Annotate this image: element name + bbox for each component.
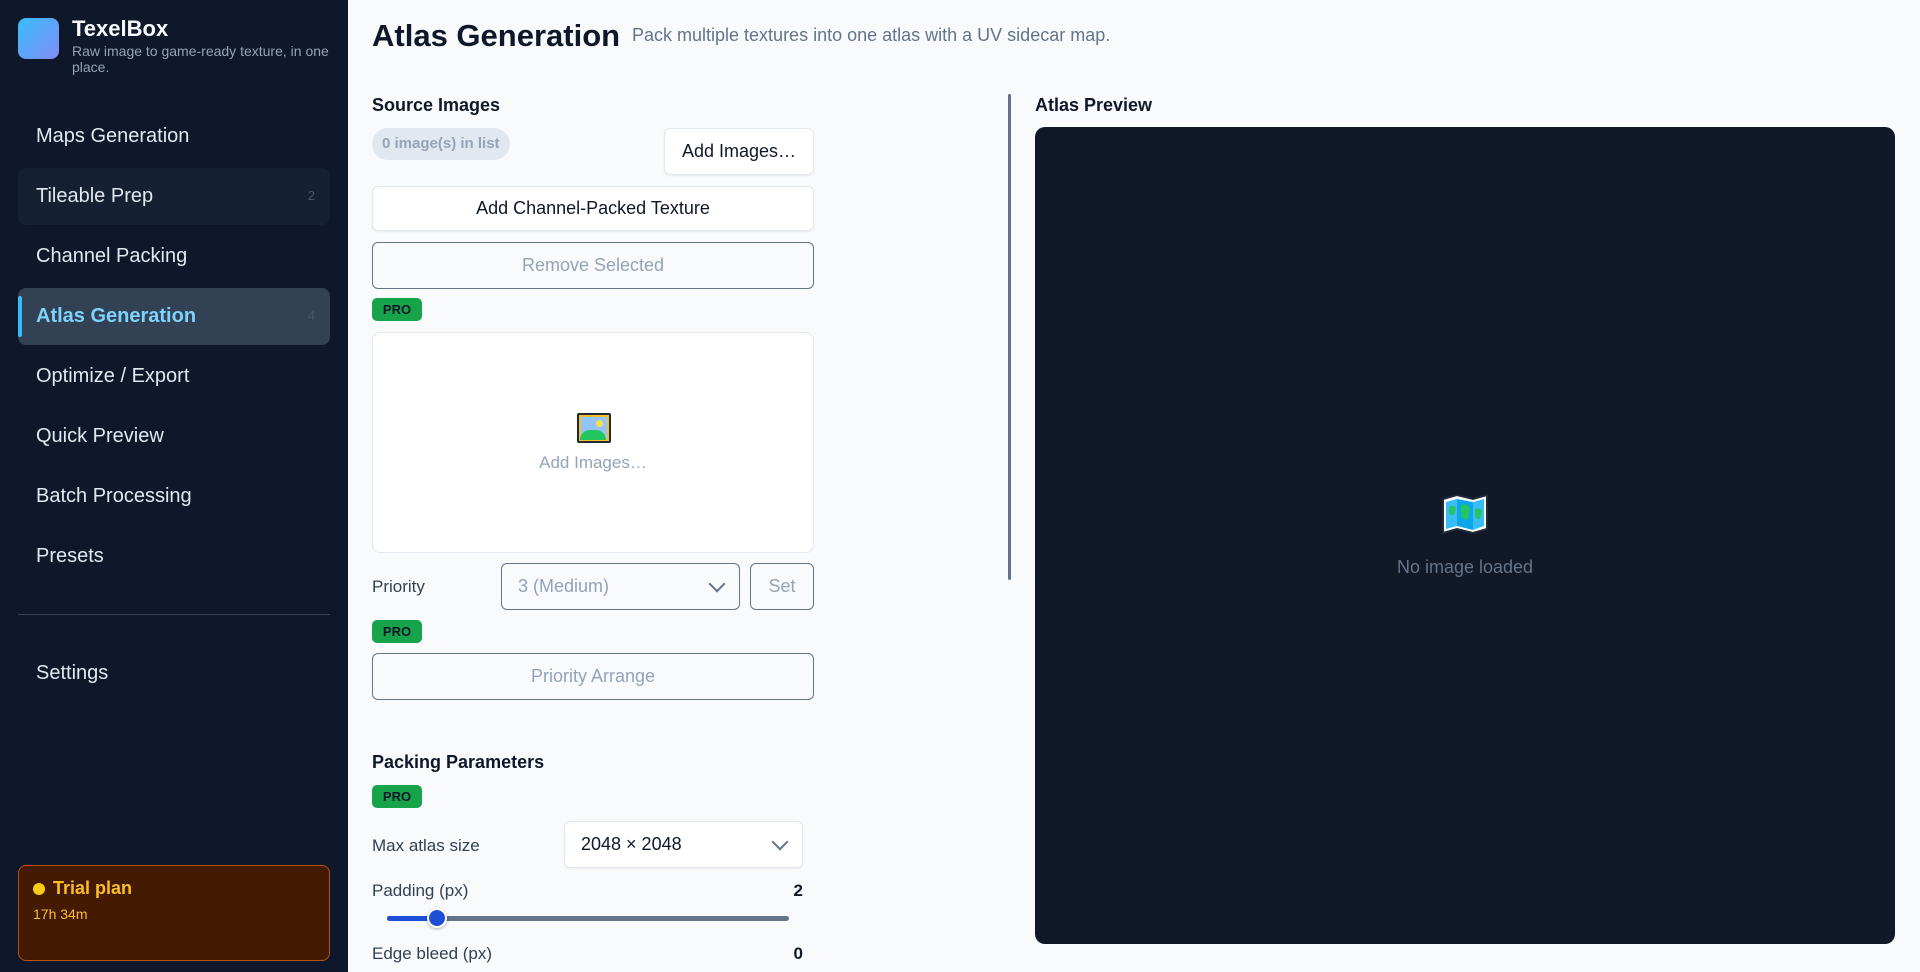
sidebar-item-optimize-export[interactable]: Optimize / Export [18,348,330,405]
sidebar-item-label: Settings [36,662,109,684]
sidebar-item-maps-generation[interactable]: Maps Generation [18,108,330,165]
framed-picture-icon [577,413,611,443]
image-drop-zone[interactable]: Add Images… [372,332,814,553]
max-atlas-size-label: Max atlas size [372,836,480,855]
app-logo-icon [18,18,59,59]
remove-selected-button[interactable]: Remove Selected [372,242,814,289]
sidebar-item-atlas-generation[interactable]: Atlas Generation 4 [18,288,330,345]
sidebar-item-quick-preview[interactable]: Quick Preview [18,408,330,465]
padding-slider[interactable] [387,908,789,928]
sidebar-item-settings[interactable]: Settings [18,645,330,702]
sidebar-item-label: Channel Packing [36,245,188,267]
status-dot-icon [33,882,45,895]
priority-select-value: 3 (Medium) [518,576,610,596]
padding-slider-thumb[interactable] [427,908,447,928]
panel-splitter-handle[interactable] [1008,94,1011,580]
max-atlas-size-select[interactable]: 2048 × 2048 [564,821,803,868]
add-channel-packed-texture-button[interactable]: Add Channel-Packed Texture [372,186,814,231]
max-atlas-size-value: 2048 × 2048 [581,834,682,854]
sidebar-item-batch-processing[interactable]: Batch Processing [18,468,330,525]
sidebar-nav: Maps Generation Tileable Prep 2 Channel … [18,108,330,705]
sidebar-item-label: Batch Processing [36,485,192,507]
priority-label: Priority [372,577,425,596]
atlas-preview-canvas[interactable]: No image loaded [1035,127,1895,944]
atlas-preview-title: Atlas Preview [1035,95,1153,115]
sidebar-divider [18,614,330,615]
page-subtitle: Pack multiple textures into one atlas wi… [632,25,1111,45]
sidebar-item-tileable-prep[interactable]: Tileable Prep 2 [18,168,330,225]
sidebar-item-label: Quick Preview [36,425,164,447]
sidebar-item-label: Tileable Prep [36,185,154,207]
sidebar-item-shortcut: 2 [307,188,315,203]
pro-badge: PRO [372,620,422,643]
sidebar-item-label: Optimize / Export [36,365,190,387]
pro-badge: PRO [372,298,422,321]
sidebar-item-label: Maps Generation [36,125,190,147]
sidebar-item-label: Presets [36,545,104,567]
drop-zone-text: Add Images… [539,453,647,472]
brand: TexelBox Raw image to game-ready texture… [18,16,332,75]
edge-bleed-label: Edge bleed (px) [372,944,493,963]
trial-plan-card[interactable]: Trial plan 17h 34m [18,865,330,961]
app-tagline: Raw image to game-ready texture, in one … [72,43,329,75]
priority-arrange-button[interactable]: Priority Arrange [372,653,814,700]
sidebar-item-shortcut: 4 [307,308,315,323]
trial-plan-title: Trial plan [53,878,133,898]
add-images-button[interactable]: Add Images… [664,128,814,175]
app-name: TexelBox [72,16,169,41]
sidebar-item-channel-packing[interactable]: Channel Packing [18,228,330,285]
set-priority-button[interactable]: Set [750,563,814,610]
padding-value: 2 [793,881,803,900]
image-count-badge: 0 image(s) in list [372,128,510,160]
chevron-down-icon [771,833,789,850]
sidebar: TexelBox Raw image to game-ready texture… [0,0,348,972]
pro-badge: PRO [372,785,422,808]
padding-label: Padding (px) [372,881,469,900]
trial-time-remaining: 17h 34m [33,906,88,922]
sidebar-item-label: Atlas Generation [36,305,197,327]
edge-bleed-value: 0 [793,944,803,963]
sidebar-item-presets[interactable]: Presets [18,528,330,585]
world-map-icon [1442,493,1488,535]
packing-parameters-title: Packing Parameters [372,752,545,772]
preview-empty-text: No image loaded [1396,557,1534,577]
page-title: Atlas Generation [372,18,621,53]
chevron-down-icon [708,575,726,592]
source-images-title: Source Images [372,95,501,115]
priority-select[interactable]: 3 (Medium) [501,563,740,610]
